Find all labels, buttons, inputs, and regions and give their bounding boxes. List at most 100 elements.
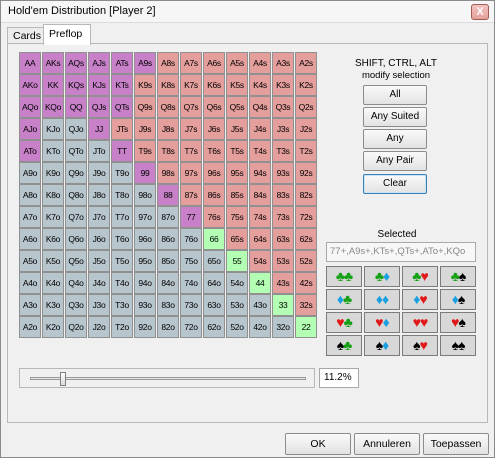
hand-cell[interactable]: J7s bbox=[180, 118, 202, 140]
slider-thumb[interactable] bbox=[60, 372, 66, 386]
hand-cell[interactable]: 43s bbox=[272, 272, 294, 294]
hand-cell[interactable]: 74s bbox=[249, 206, 271, 228]
hand-cell[interactable]: T7o bbox=[111, 206, 133, 228]
hand-cell[interactable]: QTs bbox=[111, 96, 133, 118]
hand-cell[interactable]: 52o bbox=[226, 316, 248, 338]
hand-cell[interactable]: K4o bbox=[42, 272, 64, 294]
hand-cell[interactable]: Q9o bbox=[65, 162, 87, 184]
hand-cell[interactable]: 53o bbox=[226, 294, 248, 316]
hand-cell[interactable]: T7s bbox=[180, 140, 202, 162]
hand-cell[interactable]: 87o bbox=[157, 206, 179, 228]
hand-cell[interactable]: 73s bbox=[272, 206, 294, 228]
hand-cell[interactable]: J5o bbox=[88, 250, 110, 272]
hand-cell[interactable]: Q5o bbox=[65, 250, 87, 272]
hand-cell[interactable]: 44 bbox=[249, 272, 271, 294]
hand-cell[interactable]: ATo bbox=[19, 140, 41, 162]
hand-cell[interactable]: 32o bbox=[272, 316, 294, 338]
hand-cell[interactable]: 52s bbox=[295, 250, 317, 272]
hand-cell[interactable]: A7s bbox=[180, 52, 202, 74]
hand-cell[interactable]: 99 bbox=[134, 162, 156, 184]
hand-cell[interactable]: A8o bbox=[19, 184, 41, 206]
suit-combo-heart-club[interactable]: ♥♣ bbox=[326, 312, 362, 333]
hand-cell[interactable]: J4o bbox=[88, 272, 110, 294]
hand-cell[interactable]: 75o bbox=[180, 250, 202, 272]
hand-cell[interactable]: A9o bbox=[19, 162, 41, 184]
hand-cell[interactable]: A6o bbox=[19, 228, 41, 250]
hand-cell[interactable]: TT bbox=[111, 140, 133, 162]
hand-cell[interactable]: 32s bbox=[295, 294, 317, 316]
suit-combo-club-diamond[interactable]: ♣♦ bbox=[364, 266, 400, 287]
hand-cell[interactable]: T4o bbox=[111, 272, 133, 294]
hand-cell[interactable]: K4s bbox=[249, 74, 271, 96]
suit-combo-club-club[interactable]: ♣♣ bbox=[326, 266, 362, 287]
hand-cell[interactable]: J9o bbox=[88, 162, 110, 184]
hand-cell[interactable]: 42s bbox=[295, 272, 317, 294]
hand-cell[interactable]: J6o bbox=[88, 228, 110, 250]
hand-cell[interactable]: K2s bbox=[295, 74, 317, 96]
hand-cell[interactable]: 96s bbox=[203, 162, 225, 184]
hand-cell[interactable]: Q2o bbox=[65, 316, 87, 338]
hand-cell[interactable]: J2o bbox=[88, 316, 110, 338]
suit-combo-spade-heart[interactable]: ♠♥ bbox=[402, 335, 438, 356]
tab-preflop[interactable]: Preflop bbox=[43, 24, 91, 45]
suit-combo-club-heart[interactable]: ♣♥ bbox=[402, 266, 438, 287]
hand-cell[interactable]: 83o bbox=[157, 294, 179, 316]
suit-combo-diamond-club[interactable]: ♦♣ bbox=[326, 289, 362, 310]
hand-cell[interactable]: T5o bbox=[111, 250, 133, 272]
hand-cell[interactable]: J3s bbox=[272, 118, 294, 140]
suit-combo-heart-heart[interactable]: ♥♥ bbox=[402, 312, 438, 333]
hand-cell[interactable]: 83s bbox=[272, 184, 294, 206]
hand-cell[interactable]: T3s bbox=[272, 140, 294, 162]
hand-cell[interactable]: 42o bbox=[249, 316, 271, 338]
hand-cell[interactable]: K7s bbox=[180, 74, 202, 96]
hand-cell[interactable]: 22 bbox=[295, 316, 317, 338]
range-slider[interactable] bbox=[19, 368, 315, 388]
hand-cell[interactable]: J3o bbox=[88, 294, 110, 316]
suit-combo-spade-club[interactable]: ♠♣ bbox=[326, 335, 362, 356]
hand-cell[interactable]: KTs bbox=[111, 74, 133, 96]
hand-cell[interactable]: K8o bbox=[42, 184, 64, 206]
ok-button[interactable]: OK bbox=[285, 433, 351, 455]
hand-cell[interactable]: 97s bbox=[180, 162, 202, 184]
hand-cell[interactable]: KQs bbox=[65, 74, 87, 96]
cancel-button[interactable]: Annuleren bbox=[354, 433, 420, 455]
hand-cell[interactable]: K3o bbox=[42, 294, 64, 316]
hand-cell[interactable]: QJs bbox=[88, 96, 110, 118]
hand-cell[interactable]: 64o bbox=[203, 272, 225, 294]
selected-range-field[interactable]: 77+,A9s+,KTs+,QTs+,ATo+,KQo bbox=[326, 242, 476, 262]
hand-cell[interactable]: 54o bbox=[226, 272, 248, 294]
hand-cell[interactable]: JTo bbox=[88, 140, 110, 162]
hand-cell[interactable]: J8o bbox=[88, 184, 110, 206]
hand-cell[interactable]: 98o bbox=[134, 184, 156, 206]
hand-cell[interactable]: Q5s bbox=[226, 96, 248, 118]
suit-combo-diamond-diamond[interactable]: ♦♦ bbox=[364, 289, 400, 310]
range-percent-field[interactable]: 11.2% bbox=[319, 368, 359, 388]
hand-cell[interactable]: K7o bbox=[42, 206, 64, 228]
hand-cell[interactable]: A2s bbox=[295, 52, 317, 74]
hand-cell[interactable]: J6s bbox=[203, 118, 225, 140]
hand-cell[interactable]: T9s bbox=[134, 140, 156, 162]
hand-cell[interactable]: Q8s bbox=[157, 96, 179, 118]
clear-button[interactable]: Clear bbox=[363, 174, 427, 194]
hand-cell[interactable]: 84s bbox=[249, 184, 271, 206]
hand-cell[interactable]: 85o bbox=[157, 250, 179, 272]
hand-cell[interactable]: 72s bbox=[295, 206, 317, 228]
hand-cell[interactable]: AJo bbox=[19, 118, 41, 140]
hand-cell[interactable]: T8o bbox=[111, 184, 133, 206]
hand-cell[interactable]: A5s bbox=[226, 52, 248, 74]
hand-cell[interactable]: Q6s bbox=[203, 96, 225, 118]
hand-cell[interactable]: 75s bbox=[226, 206, 248, 228]
hand-cell[interactable]: KQo bbox=[42, 96, 64, 118]
hand-cell[interactable]: 94o bbox=[134, 272, 156, 294]
hand-cell[interactable]: ATs bbox=[111, 52, 133, 74]
hand-cell[interactable]: 54s bbox=[249, 250, 271, 272]
hand-cell[interactable]: 66 bbox=[203, 228, 225, 250]
hand-cell[interactable]: 74o bbox=[180, 272, 202, 294]
hand-cell[interactable]: QQ bbox=[65, 96, 87, 118]
suit-combo-heart-spade[interactable]: ♥♠ bbox=[440, 312, 476, 333]
hand-cell[interactable]: J7o bbox=[88, 206, 110, 228]
hand-cell[interactable]: JJ bbox=[88, 118, 110, 140]
hand-cell[interactable]: AQo bbox=[19, 96, 41, 118]
suit-combo-spade-spade[interactable]: ♠♠ bbox=[440, 335, 476, 356]
hand-cell[interactable]: K5o bbox=[42, 250, 64, 272]
